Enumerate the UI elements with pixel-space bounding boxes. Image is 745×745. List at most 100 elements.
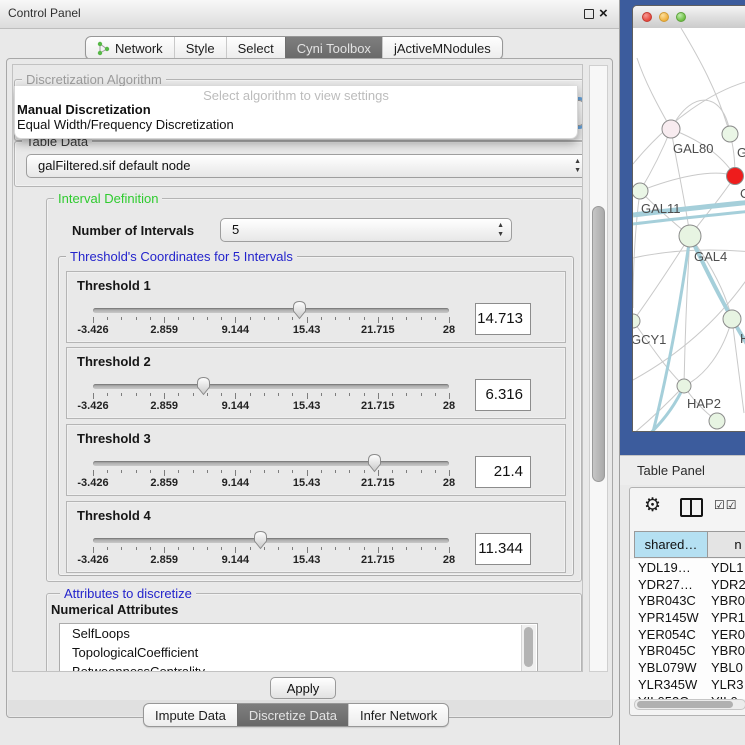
split-view-icon[interactable] bbox=[680, 498, 703, 517]
dropdown-item-equal-width-frequency-discretization[interactable]: Equal Width/Frequency Discretization bbox=[15, 117, 577, 132]
threshold-slider-track[interactable] bbox=[93, 461, 449, 466]
table-data-combobox[interactable]: galFiltered.sif default node ▲▼ bbox=[26, 154, 583, 178]
list-item-topologicalcoefficient[interactable]: TopologicalCoefficient bbox=[60, 643, 537, 662]
network-node-c[interactable] bbox=[727, 168, 744, 185]
vertical-scrollbar[interactable] bbox=[589, 65, 608, 672]
numerical-attributes-list[interactable]: SelfLoopsTopologicalCoefficientBetweenne… bbox=[59, 623, 538, 672]
column-header-n[interactable]: n bbox=[707, 531, 745, 558]
float-window-icon[interactable] bbox=[584, 9, 594, 19]
network-node-g[interactable] bbox=[722, 126, 738, 142]
network-node-gal80[interactable] bbox=[662, 120, 680, 138]
slider-tick bbox=[449, 317, 450, 323]
dropdown-item-manual-discretization[interactable]: Manual Discretization bbox=[15, 102, 577, 117]
interval-definition-group: Interval Definition Number of Intervals … bbox=[46, 198, 582, 582]
slider-tick-label: 9.144 bbox=[210, 400, 260, 412]
table-row[interactable]: YER054CYER0 bbox=[630, 626, 745, 643]
tab-jactivemnodules[interactable]: jActiveMNodules bbox=[382, 37, 502, 59]
threshold-value-field[interactable]: 11.344 bbox=[475, 533, 531, 565]
slider-tick bbox=[364, 547, 365, 550]
tab-cyni-toolbox[interactable]: Cyni Toolbox bbox=[285, 37, 382, 59]
network-view-window[interactable]: GAL80GCGAL11GAL4GCY1HHAP2 bbox=[632, 5, 745, 432]
tab-impute-data[interactable]: Impute Data bbox=[144, 704, 237, 726]
network-node-gcy1[interactable] bbox=[633, 314, 640, 328]
tab-infer-network[interactable]: Infer Network bbox=[348, 704, 448, 726]
cell-shared-name: YER054C bbox=[638, 627, 696, 642]
tab-network[interactable]: Network bbox=[86, 37, 174, 59]
table-row[interactable]: YDL19…YDL1 bbox=[630, 559, 745, 576]
network-edge[interactable] bbox=[637, 58, 671, 129]
threshold-value-field[interactable]: 14.713 bbox=[475, 303, 531, 335]
slider-tick bbox=[406, 547, 407, 550]
interval-definition-group-title: Interval Definition bbox=[54, 192, 162, 205]
network-graph[interactable]: GAL80GCGAL11GAL4GCY1HHAP2 bbox=[633, 28, 745, 432]
tab-select[interactable]: Select bbox=[226, 37, 285, 59]
tab-discretize-data[interactable]: Discretize Data bbox=[237, 704, 348, 726]
dropdown-item-placeholder[interactable]: Select algorithm to view settings bbox=[15, 88, 577, 103]
threshold-value-field[interactable]: 6.316 bbox=[475, 379, 531, 411]
select-columns-icon[interactable]: ☑☑ bbox=[714, 498, 738, 512]
slider-tick-label: 9.144 bbox=[210, 554, 260, 566]
column-header-shared[interactable]: shared… bbox=[634, 531, 708, 558]
slider-tick bbox=[449, 547, 450, 553]
apply-button[interactable]: Apply bbox=[270, 677, 336, 699]
network-edge[interactable] bbox=[684, 319, 732, 386]
slider-thumb[interactable] bbox=[291, 300, 308, 320]
list-item-betweennesscentrality[interactable]: BetweennessCentrality bbox=[60, 662, 537, 672]
slider-tick bbox=[150, 470, 151, 473]
threshold-slider-track[interactable] bbox=[93, 308, 449, 313]
slider-tick-label: 28 bbox=[424, 324, 474, 336]
list-item-selfloops[interactable]: SelfLoops bbox=[60, 624, 537, 643]
gear-icon[interactable]: ⚙ bbox=[644, 494, 661, 517]
threshold-slider-track[interactable] bbox=[93, 538, 449, 543]
slider-tick bbox=[221, 470, 222, 473]
minimize-traffic-light-icon[interactable] bbox=[659, 12, 669, 22]
table-row[interactable]: YBR045CYBR0 bbox=[630, 642, 745, 659]
stepper-down-icon: ▼ bbox=[574, 166, 581, 175]
slider-tick bbox=[278, 547, 279, 550]
num-intervals-combobox[interactable]: 5 ▲▼ bbox=[220, 218, 512, 242]
table-row[interactable]: YLR345WYLR3 bbox=[630, 676, 745, 693]
list-scrollbar-thumb[interactable] bbox=[524, 627, 533, 667]
num-intervals-label: Number of Intervals bbox=[72, 223, 194, 238]
network-window-titlebar[interactable] bbox=[633, 6, 745, 29]
slider-tick bbox=[178, 393, 179, 396]
slider-tick-label: 2.859 bbox=[139, 477, 189, 489]
network-node-h[interactable] bbox=[723, 310, 741, 328]
slider-tick bbox=[406, 317, 407, 320]
node-label: C bbox=[740, 186, 745, 201]
threshold-slider-track[interactable] bbox=[93, 384, 449, 389]
tab-style[interactable]: Style bbox=[174, 37, 226, 59]
threshold-value-field[interactable]: 21.4 bbox=[475, 456, 531, 488]
network-node-gal4[interactable] bbox=[679, 225, 701, 247]
table-row[interactable]: YBL079WYBL0 bbox=[630, 659, 745, 676]
slider-tick bbox=[136, 470, 137, 473]
network-edge[interactable] bbox=[633, 236, 690, 321]
table-row[interactable]: YPR145WYPR1 bbox=[630, 609, 745, 626]
slider-tick bbox=[364, 470, 365, 473]
app-root: Control Panel × NetworkStyleSelectCyni T… bbox=[0, 0, 745, 745]
slider-tick bbox=[321, 470, 322, 473]
horizontal-scrollbar[interactable] bbox=[634, 699, 745, 710]
network-edge[interactable] bbox=[633, 191, 640, 308]
slider-tick bbox=[178, 470, 179, 473]
table-row[interactable]: YBR043CYBR0 bbox=[630, 592, 745, 609]
network-node-hap2[interactable] bbox=[677, 379, 691, 393]
network-edge[interactable] bbox=[640, 173, 735, 191]
horizontal-scrollbar-thumb[interactable] bbox=[637, 701, 733, 708]
slider-thumb[interactable] bbox=[366, 453, 383, 473]
list-scrollbar[interactable] bbox=[521, 625, 536, 672]
control-panel: Control Panel × NetworkStyleSelectCyni T… bbox=[0, 0, 620, 745]
zoom-traffic-light-icon[interactable] bbox=[676, 12, 686, 22]
close-icon[interactable]: × bbox=[599, 5, 608, 22]
network-edge[interactable] bbox=[681, 28, 730, 134]
close-traffic-light-icon[interactable] bbox=[642, 12, 652, 22]
network-node[interactable] bbox=[709, 413, 725, 429]
vertical-scrollbar-thumb[interactable] bbox=[592, 206, 605, 482]
table-row[interactable]: YDR27…YDR2 bbox=[630, 576, 745, 593]
slider-thumb[interactable] bbox=[195, 376, 212, 396]
node-label: GAL4 bbox=[694, 249, 727, 264]
network-canvas[interactable]: GAL80GCGAL11GAL4GCY1HHAP2 bbox=[633, 28, 745, 432]
slider-thumb[interactable] bbox=[252, 530, 269, 550]
top-tab-bar: NetworkStyleSelectCyni ToolboxjActiveMNo… bbox=[85, 36, 503, 60]
network-node-gal11[interactable] bbox=[633, 183, 648, 199]
